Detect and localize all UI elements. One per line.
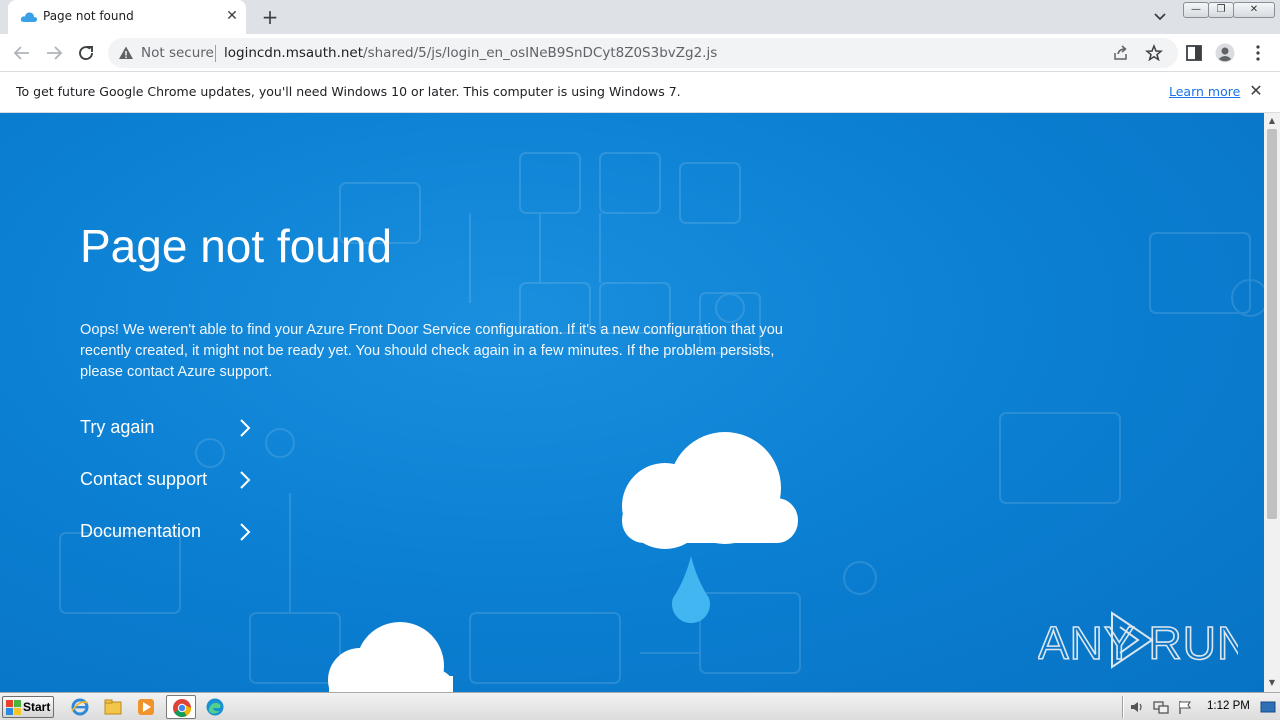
menu-kebab-icon[interactable] [1248,43,1268,63]
watermark-text: ANY RUN [1038,617,1238,669]
infobar-close-icon[interactable]: ✕ [1247,82,1265,100]
anyrun-watermark-icon: ANY RUN [1038,611,1238,670]
volume-icon[interactable] [1129,699,1145,715]
new-tab-button[interactable]: + [258,5,282,29]
warning-icon[interactable] [118,45,134,61]
share-icon[interactable] [1112,44,1130,62]
taskbar-clock[interactable]: 1:12 PM [1207,700,1250,712]
page-scrollbar[interactable]: ▲ ▼ [1264,113,1280,692]
small-cloud-illustration [328,622,453,692]
try-again-label: Try again [80,417,155,437]
infobar-message: To get future Google Chrome updates, you… [16,84,681,99]
chevron-right-icon [240,419,251,437]
url-text[interactable]: logincdn.msauth.net/shared/5/js/login_en… [224,45,717,61]
show-desktop-icon[interactable] [1260,699,1276,715]
documentation-link[interactable]: Documentation [80,518,260,546]
active-tab[interactable]: Page not found ✕ [8,0,246,34]
try-again-link[interactable]: Try again [80,414,260,442]
tray-separator [1122,696,1124,718]
cloud-favicon-icon [20,12,38,22]
windows-taskbar: Start 1:12 PM [0,692,1280,720]
page-description: Oops! We weren't able to find your Azure… [80,322,783,380]
contact-support-link[interactable]: Contact support [80,466,260,494]
scroll-up-icon[interactable]: ▲ [1268,117,1276,125]
media-player-icon[interactable] [136,697,156,717]
bookmark-star-icon[interactable] [1145,44,1163,62]
action-center-flag-icon[interactable] [1177,699,1193,715]
chevron-right-icon [240,523,251,541]
profile-avatar-icon[interactable] [1215,43,1235,63]
url-path: /shared/5/js/login_en_osINeB9SnDCyt8Z0S3… [363,45,718,61]
start-label: Start [23,700,51,714]
side-panel-icon[interactable] [1184,43,1204,63]
edge-icon[interactable] [205,697,225,717]
update-infobar: To get future Google Chrome updates, you… [0,72,1280,113]
forward-arrow-icon[interactable] [42,41,66,65]
file-explorer-icon[interactable] [103,697,123,717]
scroll-down-icon[interactable]: ▼ [1268,679,1276,687]
maximize-button[interactable]: ❐ [1208,2,1234,18]
documentation-label: Documentation [80,521,202,541]
not-secure-label[interactable]: Not secure [141,45,214,61]
page-viewport: Page not found Oops! We weren't able to … [0,113,1264,692]
internet-explorer-icon[interactable] [70,697,90,717]
network-icon[interactable] [1153,699,1169,715]
reload-icon[interactable] [74,41,98,65]
learn-more-link[interactable]: Learn more [1169,84,1240,99]
start-button[interactable]: Start [2,696,54,718]
chevron-right-icon [240,471,251,489]
omnibox-divider [215,45,216,62]
scroll-thumb[interactable] [1267,129,1277,519]
cloud-rain-illustration [622,432,798,624]
chrome-icon [173,699,191,718]
contact-support-label: Contact support [80,469,208,489]
browser-toolbar: Not secure logincdn.msauth.net/shared/5/… [0,34,1280,72]
page-title: Page not found [80,220,393,272]
tab-strip: Page not found ✕ + — ❐ ✕ [0,0,1280,34]
back-arrow-icon[interactable] [10,41,34,65]
tab-close-icon[interactable]: ✕ [224,8,240,24]
tab-title: Page not found [43,9,134,23]
windows-logo-icon [6,700,21,715]
window-close-button[interactable]: ✕ [1233,2,1275,18]
url-host: logincdn.msauth.net [224,45,364,61]
chrome-taskbar-button[interactable] [166,695,196,719]
minimize-button[interactable]: — [1183,2,1209,18]
address-bar[interactable]: Not secure logincdn.msauth.net/shared/5/… [108,38,1178,68]
tab-search-chevron-icon[interactable] [1150,8,1170,26]
